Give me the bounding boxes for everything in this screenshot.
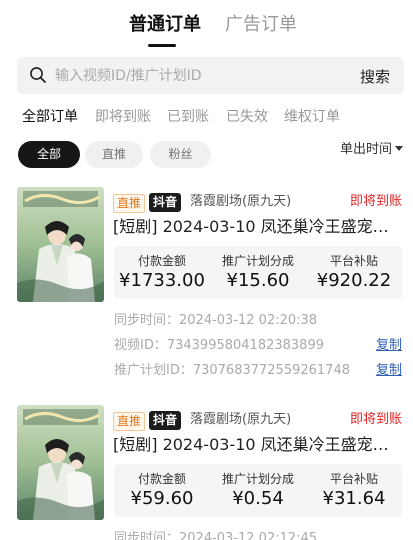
- filter-rights[interactable]: 维权订单: [284, 106, 340, 128]
- pill-all[interactable]: 全部: [18, 141, 80, 168]
- status-filter-row: 全部订单 即将到账 已到账 已失效 维权订单: [0, 106, 413, 128]
- pill-fans[interactable]: 粉丝: [150, 141, 211, 168]
- plan-id: 推广计划ID：7307683772559261748: [114, 363, 350, 378]
- search-icon: [30, 67, 46, 83]
- order-status: 即将到账: [349, 412, 402, 427]
- stat-label: 平台补贴: [329, 472, 378, 486]
- filter-invalid[interactable]: 已失效: [226, 106, 268, 128]
- active-tab-indicator: [148, 44, 176, 47]
- filter-all-orders[interactable]: 全部订单: [22, 106, 78, 128]
- video-id: 视频ID：7343995804182383899: [114, 338, 324, 353]
- filter-header: 搜索 全部订单 即将到账 已到账 已失效 维权订单 全部 直推 粉丝 单出时间: [0, 48, 413, 175]
- stat-label: 推广计划分成: [221, 472, 294, 486]
- poster-image: [17, 405, 104, 520]
- stat-label: 付款金额: [137, 472, 186, 486]
- platform-name: 落霞剧场(原九天): [190, 194, 292, 209]
- copy-video-id-link[interactable]: 复制: [376, 337, 402, 355]
- order-card[interactable]: 直推 抖音 落霞剧场(原九天) 即将到账 [短剧] 2024-03-10 凤还巢…: [0, 175, 413, 393]
- search-button[interactable]: 搜索: [360, 66, 390, 87]
- direct-badge: 直推: [113, 194, 146, 213]
- sort-dropdown[interactable]: 单出时间: [340, 141, 403, 159]
- sync-time: 同步时间：2024-03-12 02:20:38: [114, 313, 318, 328]
- drama-title[interactable]: [短剧] 2024-03-10 凤还巢冷王盛宠法...: [113, 434, 401, 456]
- filter-received[interactable]: 已到账: [167, 106, 209, 128]
- order-status: 即将到账: [349, 194, 402, 209]
- douyin-badge: 抖音: [149, 411, 182, 430]
- tab-ad-orders[interactable]: 广告订单: [225, 14, 297, 36]
- stat-value: ¥15.60: [226, 270, 290, 291]
- stat-value: ¥31.64: [322, 488, 386, 509]
- direct-badge: 直推: [113, 412, 146, 431]
- drama-poster[interactable]: [17, 187, 104, 302]
- search-bar: 搜索: [17, 57, 404, 94]
- tab-normal-orders[interactable]: 普通订单: [129, 14, 201, 36]
- stat-value: ¥0.54: [232, 488, 284, 509]
- platform-name: 落霞剧场(原九天): [190, 412, 292, 427]
- stat-value: ¥59.60: [130, 488, 194, 509]
- stat-label: 推广计划分成: [221, 254, 294, 268]
- sort-label: 单出时间: [339, 142, 392, 157]
- stat-label: 付款金额: [137, 254, 186, 268]
- caret-down-icon: [395, 146, 403, 151]
- sync-time: 同步时间：2024-03-12 02:12:45: [114, 531, 318, 540]
- order-stats: 付款金额 ¥1733.00 推广计划分成 ¥15.60 平台补贴 ¥920.22: [114, 246, 402, 299]
- order-type-tabs: 普通订单 广告订单: [0, 0, 413, 48]
- douyin-badge: 抖音: [149, 193, 182, 212]
- pill-direct[interactable]: 直推: [85, 141, 143, 168]
- copy-plan-id-link[interactable]: 复制: [376, 362, 402, 380]
- drama-title[interactable]: [短剧] 2024-03-10 凤还巢冷王盛宠法...: [113, 216, 401, 238]
- stat-value: ¥920.22: [316, 270, 392, 291]
- order-card[interactable]: 直推 抖音 落霞剧场(原九天) 即将到账 [短剧] 2024-03-10 凤还巢…: [0, 393, 413, 540]
- drama-poster[interactable]: [17, 405, 104, 520]
- order-stats: 付款金额 ¥59.60 推广计划分成 ¥0.54 平台补贴 ¥31.64: [114, 464, 402, 517]
- stat-label: 平台补贴: [329, 254, 378, 268]
- search-input[interactable]: [55, 57, 335, 94]
- filter-pending[interactable]: 即将到账: [95, 106, 151, 128]
- poster-image: [17, 187, 104, 302]
- stat-value: ¥1733.00: [119, 270, 205, 291]
